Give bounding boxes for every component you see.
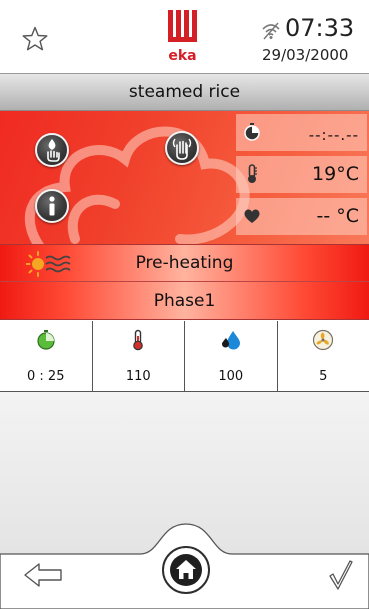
multi-hand-icon	[172, 138, 192, 160]
core-temperature[interactable]: -- °C	[236, 198, 367, 235]
star-outline-icon[interactable]	[22, 26, 48, 52]
timer-icon	[244, 123, 260, 141]
timer-value: --:--.--	[308, 126, 359, 144]
clock-date: 29/03/2000	[262, 46, 349, 64]
info-button[interactable]	[35, 189, 69, 223]
manual-steam-button[interactable]	[35, 133, 69, 167]
param-humidity-value: 100	[218, 369, 244, 384]
status-label: Pre-heating	[135, 253, 234, 273]
recipe-title: steamed rice	[0, 73, 369, 111]
checkmark-icon[interactable]	[329, 560, 353, 590]
eka-logo: eka	[168, 10, 197, 64]
chamber-temperature-value: 19°C	[312, 163, 359, 185]
svg-text:eka: eka	[168, 48, 196, 64]
multi-touch-button[interactable]	[165, 131, 199, 165]
cooking-panel: --:--.-- 19°C -- °C	[0, 111, 369, 244]
param-time-value: 0 : 25	[27, 369, 65, 384]
sun-heat-icon	[26, 251, 71, 277]
wifi-icon	[262, 22, 280, 40]
fan-icon	[313, 329, 334, 351]
steam-cloud-graphic	[24, 126, 250, 244]
heart-icon	[244, 209, 260, 223]
timer-icon	[37, 330, 55, 350]
param-fan-value: 5	[319, 369, 328, 384]
core-temperature-value: -- °C	[316, 205, 359, 227]
arrow-left-icon[interactable]	[23, 560, 63, 590]
phase-parameters: 0 : 25 110 100 5	[0, 321, 369, 392]
home-button[interactable]	[162, 546, 210, 594]
chamber-temperature[interactable]: 19°C	[236, 156, 367, 193]
oven-screen: eka 07:33 29/03/2000 steamed rice --:--.…	[0, 0, 369, 609]
param-fan[interactable]: 5	[278, 321, 369, 391]
param-humidity[interactable]: 100	[185, 321, 278, 391]
steam-hand-icon	[47, 139, 60, 162]
clock-time: 07:33	[285, 14, 355, 42]
thermometer-icon	[133, 329, 144, 351]
water-drop-icon	[221, 331, 240, 350]
cooking-timer[interactable]: --:--.--	[236, 114, 367, 151]
param-time[interactable]: 0 : 25	[0, 321, 93, 391]
thermometer-icon	[248, 164, 257, 183]
status-bar: Pre-heating	[0, 244, 369, 282]
param-temperature-value: 110	[125, 369, 151, 384]
header: eka 07:33 29/03/2000	[0, 0, 369, 72]
param-temperature[interactable]: 110	[93, 321, 185, 391]
phase-label: Phase1	[153, 290, 216, 311]
info-icon	[49, 196, 55, 216]
phase-bar[interactable]: Phase1	[0, 282, 369, 320]
home-icon	[170, 554, 202, 586]
